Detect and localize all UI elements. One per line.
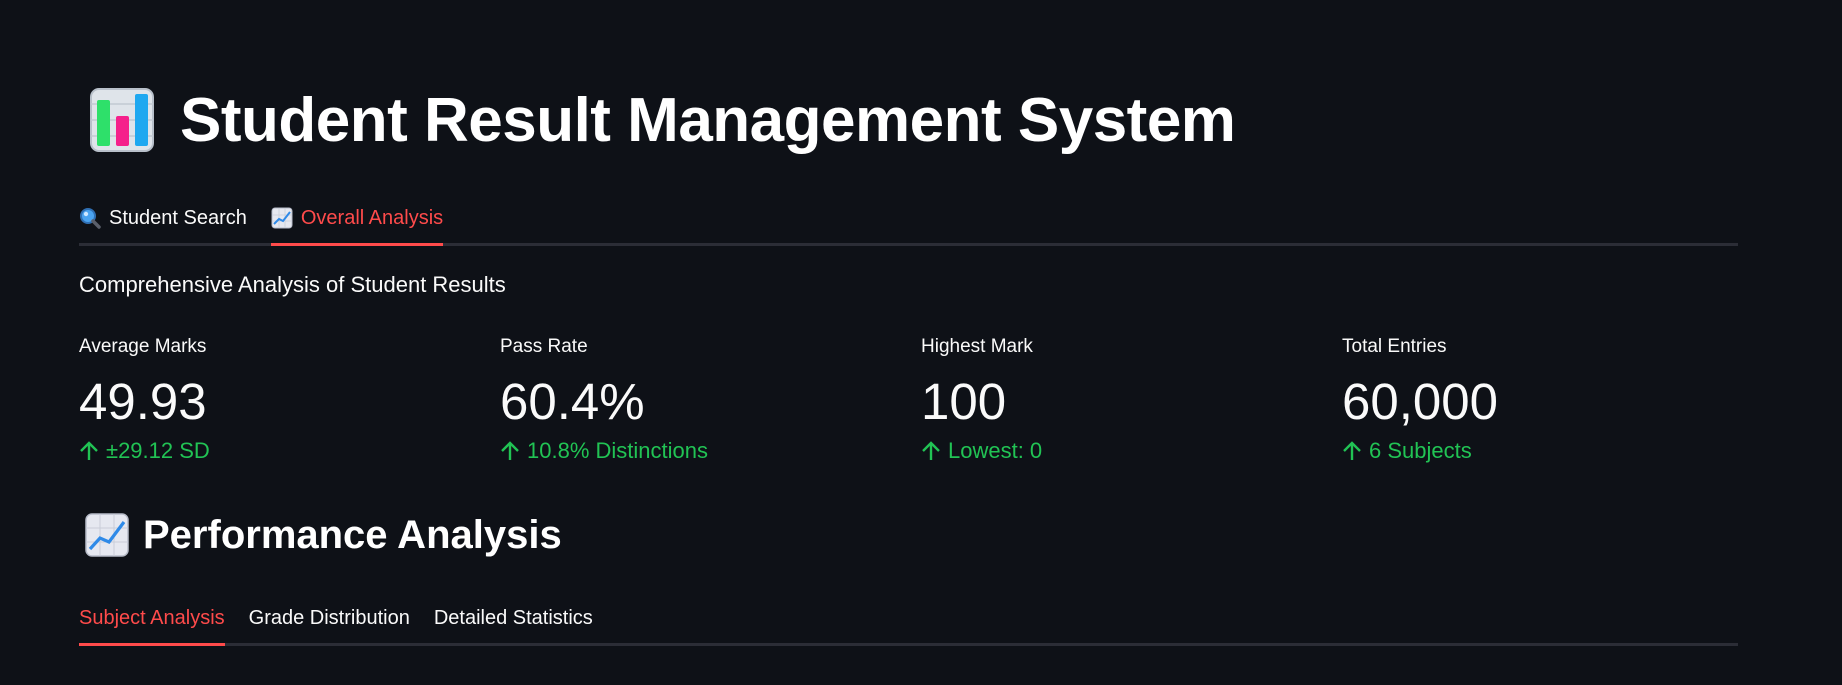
metric-delta-text: Lowest: 0 xyxy=(948,438,1043,463)
analysis-tab-bar: Subject Analysis Grade Distribution Deta… xyxy=(79,590,1738,646)
tab-grade-distribution-label: Grade Distribution xyxy=(248,606,410,629)
metric-label: Highest Mark xyxy=(921,336,1033,357)
metric-delta: Lowest: 0 xyxy=(921,438,1321,464)
metric-label: Total Entries xyxy=(1342,336,1447,357)
metric-delta-text: 10.8% Distinctions xyxy=(527,438,708,463)
magnifying-glass-icon xyxy=(80,208,101,229)
page-title-row: Student Result Management System xyxy=(90,80,1236,160)
tab-overall-analysis[interactable]: Overall Analysis xyxy=(270,193,444,246)
page-title: Student Result Management System xyxy=(180,85,1236,155)
arrow-up-icon xyxy=(501,441,519,460)
tab-subject-analysis-label: Subject Analysis xyxy=(79,606,225,629)
metric-label: Average Marks xyxy=(79,336,207,357)
main-tab-bar: Student Search Overall Analysis xyxy=(79,190,1738,246)
arrow-up-icon xyxy=(922,441,940,460)
arrow-up-icon xyxy=(1343,441,1361,460)
chart-increasing-icon xyxy=(271,207,293,229)
section-title: Performance Analysis xyxy=(143,512,562,557)
metric-label: Pass Rate xyxy=(500,336,588,357)
metric-delta: ±29.12 SD xyxy=(79,438,479,464)
metric-pass-rate: Pass Rate 60.4% 10.8% Distinctions xyxy=(500,336,900,464)
metric-value: 60.4% xyxy=(500,373,645,430)
section-heading-row: Performance Analysis xyxy=(85,510,562,560)
metric-delta-text: ±29.12 SD xyxy=(106,438,210,463)
metric-highest-mark: Highest Mark 100 Lowest: 0 xyxy=(921,336,1321,464)
tab-subject-analysis[interactable]: Subject Analysis xyxy=(79,593,225,646)
bar-chart-icon xyxy=(90,88,154,152)
tab-student-search[interactable]: Student Search xyxy=(79,193,247,243)
arrow-up-icon xyxy=(80,441,98,460)
metric-delta: 10.8% Distinctions xyxy=(500,438,900,464)
metric-average-marks: Average Marks 49.93 ±29.12 SD xyxy=(79,336,479,464)
chart-increasing-icon xyxy=(85,513,129,557)
tab-grade-distribution[interactable]: Grade Distribution xyxy=(249,593,410,643)
analysis-subtitle: Comprehensive Analysis of Student Result… xyxy=(79,272,506,297)
tab-overall-analysis-label: Overall Analysis xyxy=(300,206,444,229)
tab-detailed-statistics-label: Detailed Statistics xyxy=(433,606,593,629)
metric-delta: 6 Subjects xyxy=(1342,438,1742,464)
metric-value: 60,000 xyxy=(1342,373,1498,430)
tab-detailed-statistics[interactable]: Detailed Statistics xyxy=(434,593,593,643)
metric-delta-text: 6 Subjects xyxy=(1369,438,1472,463)
metric-value: 49.93 xyxy=(79,373,207,430)
metric-value: 100 xyxy=(921,373,1007,430)
metric-total-entries: Total Entries 60,000 6 Subjects xyxy=(1342,336,1742,464)
tab-student-search-label: Student Search xyxy=(109,206,247,229)
metrics-row: Average Marks 49.93 ±29.12 SD Pass Rate … xyxy=(79,336,1738,476)
app-page: Student Result Management System Student… xyxy=(0,0,1842,685)
